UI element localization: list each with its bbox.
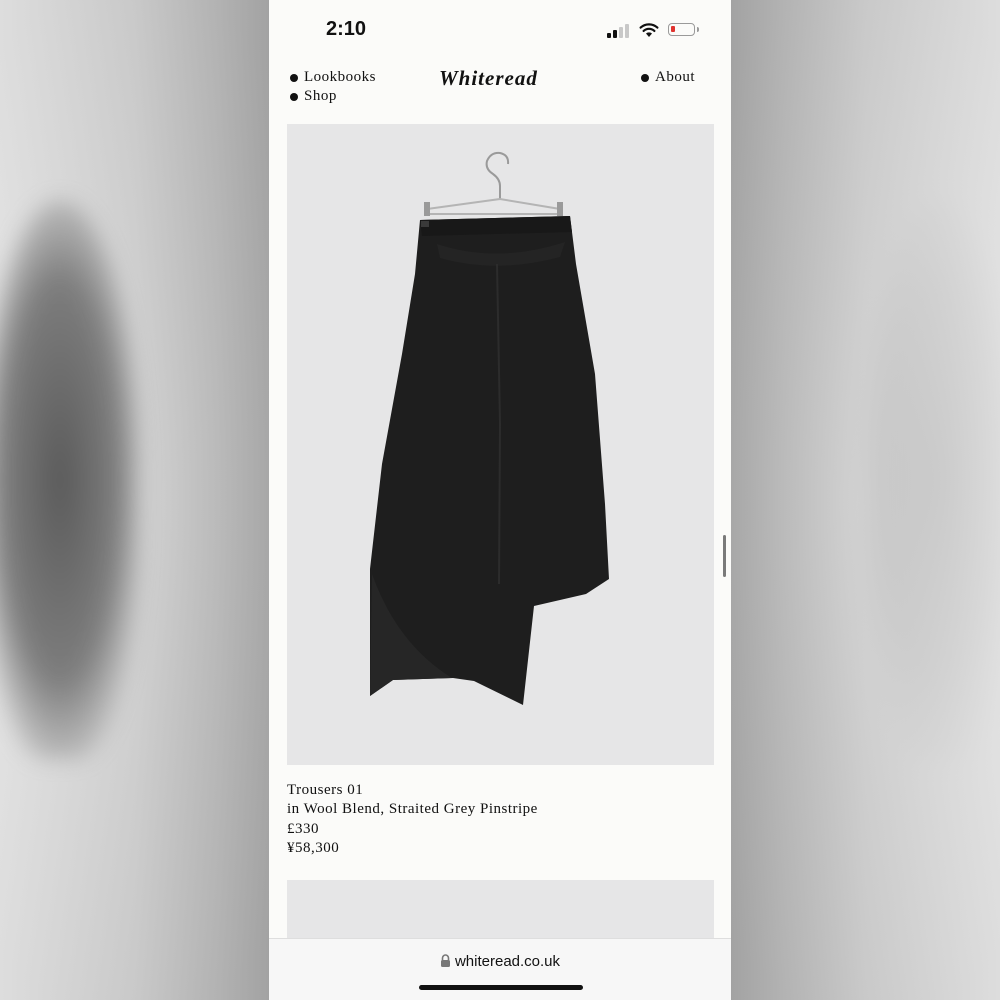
nav-about-label: About <box>655 69 695 85</box>
battery-icon <box>668 23 699 36</box>
nav-lookbooks-label: Lookbooks <box>304 69 376 85</box>
product-material: in Wool Blend, Straited Grey Pinstripe <box>287 801 538 818</box>
url-text: whiteread.co.uk <box>454 953 561 970</box>
phone-screen: 2:10 Lookbooks Shop Whiteread About Trou… <box>269 0 731 1000</box>
home-indicator[interactable] <box>419 985 583 990</box>
scrollbar[interactable] <box>723 535 726 577</box>
blurred-garment-right <box>860 200 1000 760</box>
hanger-clip-left <box>424 202 430 216</box>
site-header: Lookbooks Shop Whiteread About <box>269 62 731 124</box>
nav-about-link[interactable]: About <box>641 69 695 86</box>
wifi-icon <box>639 23 659 37</box>
bullet-dot-icon <box>641 73 649 82</box>
trousers-body <box>370 216 609 705</box>
trousers-illustration <box>370 151 609 705</box>
blurred-garment-left <box>0 200 140 760</box>
product-name[interactable]: Trousers 01 <box>287 781 717 800</box>
status-time: 2:10 <box>326 18 367 40</box>
lock-icon <box>440 954 450 967</box>
hanger-hook <box>485 151 510 199</box>
nav-shop-link[interactable]: Shop <box>290 88 337 105</box>
status-bar: 2:10 <box>269 0 731 62</box>
product-image[interactable] <box>287 124 714 765</box>
product-price-jpy: ¥58,300 <box>287 839 340 856</box>
next-product-image[interactable] <box>287 880 714 940</box>
hanger-bar <box>426 197 561 215</box>
nav-shop-label: Shop <box>304 88 337 104</box>
nav-lookbooks-link[interactable]: Lookbooks <box>290 69 376 86</box>
product-price-gbp: £330 <box>287 820 319 837</box>
url-display[interactable]: whiteread.co.uk <box>269 953 731 970</box>
battery-level <box>671 26 675 32</box>
browser-address-bar[interactable]: whiteread.co.uk <box>269 938 731 1000</box>
hanger-clip-right <box>557 202 563 216</box>
signal-icon <box>607 24 631 38</box>
product-info: Trousers 01 in Wool Blend, Straited Grey… <box>287 781 717 858</box>
bullet-dot-icon <box>290 92 298 101</box>
site-logo[interactable]: Whiteread <box>439 66 538 91</box>
bullet-dot-icon <box>290 73 298 82</box>
trousers-tag <box>421 221 429 227</box>
